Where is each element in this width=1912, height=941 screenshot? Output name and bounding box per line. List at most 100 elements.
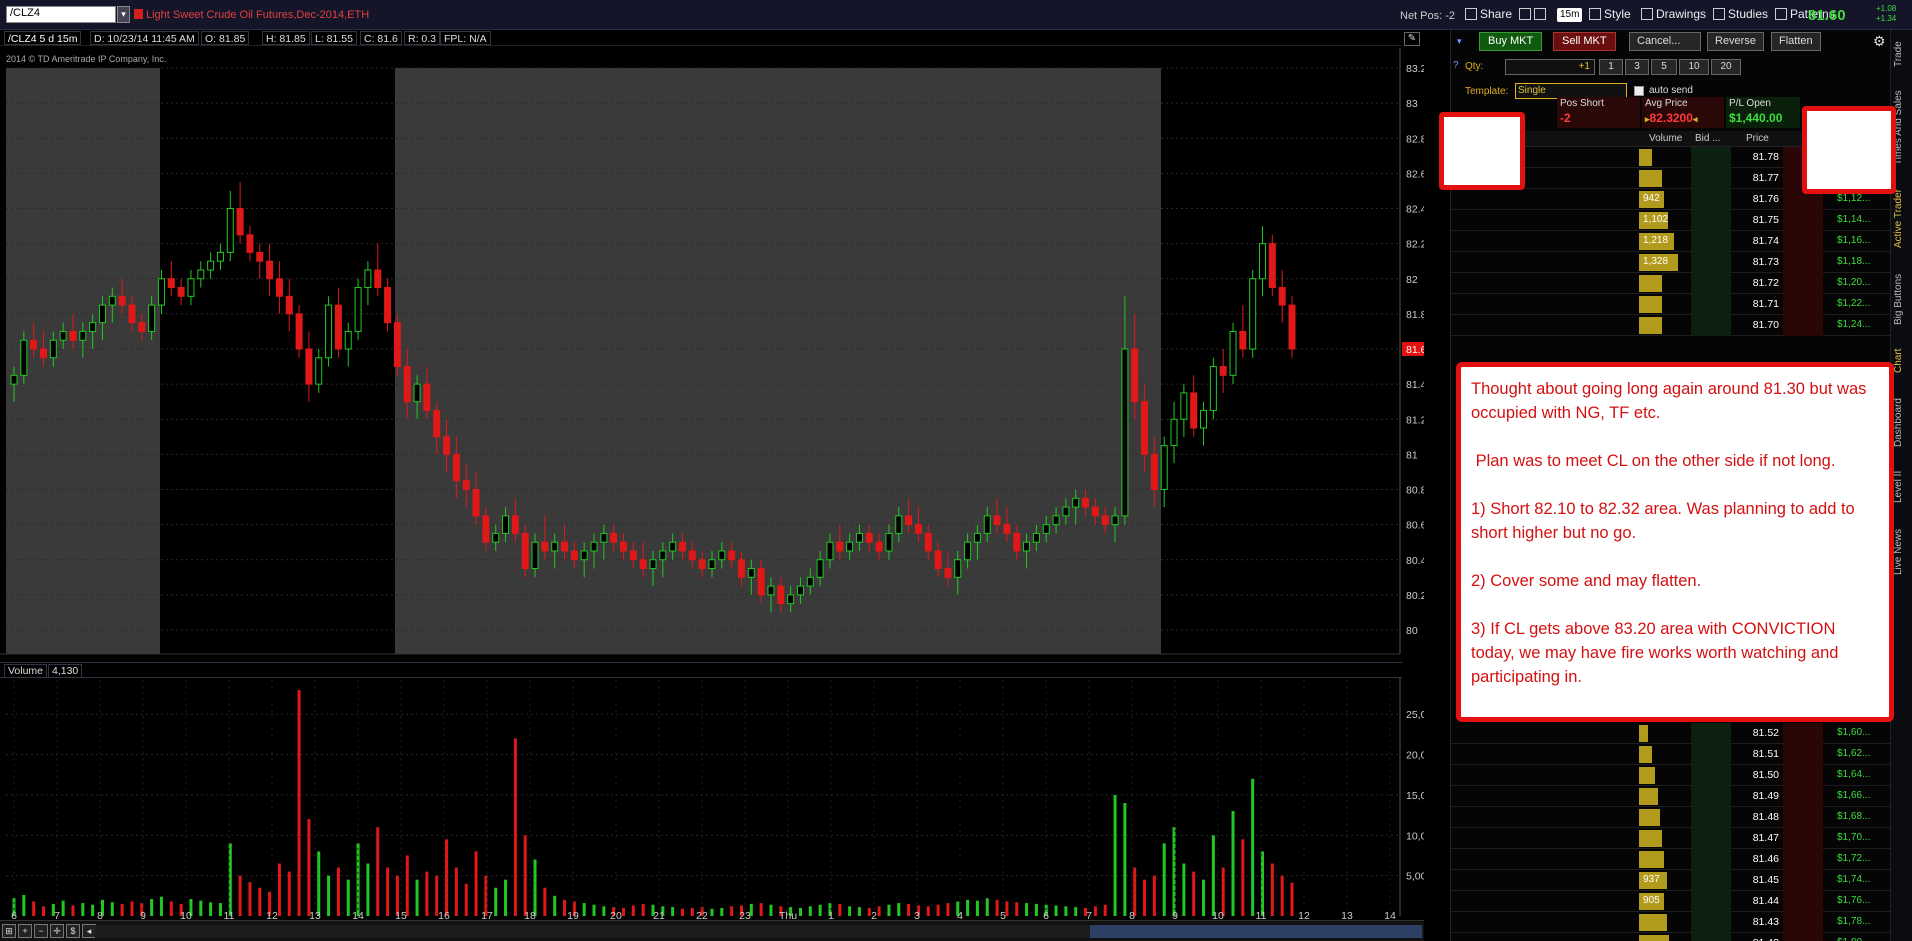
ladder-ask-cell[interactable] xyxy=(1783,744,1823,765)
ladder-bid-cell[interactable] xyxy=(1691,870,1731,891)
ladder-ask-cell[interactable] xyxy=(1783,252,1823,273)
ladder-volume-header[interactable]: Volume xyxy=(1649,133,1682,144)
ladder-row[interactable]: 905 81.44 $1,76... xyxy=(1451,891,1891,912)
buy-market-button[interactable]: Buy MKT xyxy=(1479,32,1543,51)
auto-send-checkbox[interactable] xyxy=(1634,86,1644,96)
ladder-row[interactable]: 81.71 $1,22... xyxy=(1451,294,1891,315)
dollar-icon[interactable]: $ xyxy=(66,924,80,938)
tab-active-trader[interactable]: Active Trader xyxy=(1893,180,1911,258)
qty-preset-3[interactable]: 3 xyxy=(1625,59,1649,75)
ladder-bid-cell[interactable] xyxy=(1691,786,1731,807)
quantity-input[interactable]: +1 xyxy=(1505,59,1595,75)
ladder-bid-cell[interactable] xyxy=(1691,147,1731,168)
chart-symbol[interactable]: /CLZ4 5 d 15m xyxy=(4,31,82,45)
ladder-bid-cell[interactable] xyxy=(1691,294,1731,315)
ladder-price: 81.43 xyxy=(1752,916,1779,928)
zoom-in-icon[interactable]: + xyxy=(18,924,32,938)
ladder-ask-cell[interactable] xyxy=(1783,807,1823,828)
ladder-row[interactable]: 81.48 $1,68... xyxy=(1451,807,1891,828)
zoom-out-icon[interactable]: − xyxy=(34,924,48,938)
help-icon[interactable]: ? xyxy=(1453,60,1459,71)
ladder-row[interactable]: 1,218 81.74 $1,16... xyxy=(1451,231,1891,252)
flatten-button[interactable]: Flatten xyxy=(1771,32,1821,51)
ladder-row[interactable]: 81.51 $1,62... xyxy=(1451,744,1891,765)
price-volume-chart[interactable]: 83.28382.882.682.482.28281.881.681.481.2… xyxy=(0,30,1424,920)
ladder-bid-cell[interactable] xyxy=(1691,231,1731,252)
ladder-bid-cell[interactable] xyxy=(1691,189,1731,210)
qty-preset-20[interactable]: 20 xyxy=(1711,59,1741,75)
ladder-ask-cell[interactable] xyxy=(1783,723,1823,744)
ladder-row[interactable]: 81.52 $1,60... xyxy=(1451,723,1891,744)
ladder-ask-cell[interactable] xyxy=(1783,912,1823,933)
gear-icon[interactable]: ⚙ xyxy=(1873,33,1886,50)
studies-button[interactable]: Studies xyxy=(1710,5,1771,23)
ladder-bid-cell[interactable] xyxy=(1691,744,1731,765)
ladder-ask-cell[interactable] xyxy=(1783,786,1823,807)
symbol-input[interactable]: /CLZ4 xyxy=(6,6,116,23)
ladder-ask-cell[interactable] xyxy=(1783,870,1823,891)
ladder-bid-cell[interactable] xyxy=(1691,807,1731,828)
ladder-price-header[interactable]: Price xyxy=(1746,133,1769,144)
ladder-bid-cell[interactable] xyxy=(1691,315,1731,336)
chart-panel[interactable]: 83.28382.882.682.482.28281.881.681.481.2… xyxy=(0,30,1424,941)
ladder-bid-cell[interactable] xyxy=(1691,168,1731,189)
style-button[interactable]: Style xyxy=(1586,5,1634,23)
cancel-orders-button[interactable]: Cancel... xyxy=(1629,32,1701,51)
ladder-bid-cell[interactable] xyxy=(1691,849,1731,870)
reverse-button[interactable]: Reverse xyxy=(1707,32,1764,51)
ladder-row[interactable]: 81.46 $1,72... xyxy=(1451,849,1891,870)
ladder-row[interactable]: 81.42 $1,80... xyxy=(1451,933,1891,941)
drawings-button[interactable]: Drawings xyxy=(1638,5,1709,23)
tab-live-news[interactable]: Live News xyxy=(1893,520,1911,584)
ladder-bid-header[interactable]: Bid ... xyxy=(1695,133,1721,144)
qty-preset-1[interactable]: 1 xyxy=(1599,59,1623,75)
ladder-bid-cell[interactable] xyxy=(1691,891,1731,912)
scrollbar-thumb[interactable] xyxy=(1090,925,1422,938)
volume-label[interactable]: Volume xyxy=(4,664,48,678)
ladder-ask-cell[interactable] xyxy=(1783,891,1823,912)
tab-chart[interactable]: Chart xyxy=(1893,340,1911,382)
tab-dashboard[interactable]: Dashboard xyxy=(1893,390,1911,456)
ladder-row[interactable]: 81.50 $1,64... xyxy=(1451,765,1891,786)
ladder-bid-cell[interactable] xyxy=(1691,273,1731,294)
ladder-bid-cell[interactable] xyxy=(1691,252,1731,273)
ladder-ask-cell[interactable] xyxy=(1783,231,1823,252)
ladder-ask-cell[interactable] xyxy=(1783,828,1823,849)
ladder-bid-cell[interactable] xyxy=(1691,933,1731,941)
qty-preset-10[interactable]: 10 xyxy=(1679,59,1709,75)
ladder-ask-cell[interactable] xyxy=(1783,849,1823,870)
crosshair-icon[interactable]: ✛ xyxy=(50,924,64,938)
ladder-row[interactable]: 1,328 81.73 $1,18... xyxy=(1451,252,1891,273)
ladder-bid-cell[interactable] xyxy=(1691,912,1731,933)
ladder-ask-cell[interactable] xyxy=(1783,933,1823,941)
tab-trade[interactable]: Trade xyxy=(1893,34,1911,74)
interval-button[interactable]: 15m xyxy=(1557,8,1583,22)
edit-icon[interactable]: ✎ xyxy=(1404,32,1420,46)
ladder-ask-cell[interactable] xyxy=(1783,765,1823,786)
scroll-left-icon[interactable]: ◂ xyxy=(82,924,96,938)
ladder-bid-cell[interactable] xyxy=(1691,765,1731,786)
ladder-row[interactable]: 81.72 $1,20... xyxy=(1451,273,1891,294)
ladder-ask-cell[interactable] xyxy=(1783,273,1823,294)
ladder-row[interactable]: 81.43 $1,78... xyxy=(1451,912,1891,933)
ladder-row[interactable]: 1,102 81.75 $1,14... xyxy=(1451,210,1891,231)
ladder-bid-cell[interactable] xyxy=(1691,210,1731,231)
collapse-icon[interactable]: ▾ xyxy=(1457,36,1462,47)
ladder-row[interactable]: 81.70 $1,24... xyxy=(1451,315,1891,336)
tools-button[interactable] xyxy=(1516,5,1552,23)
ladder-bid-cell[interactable] xyxy=(1691,723,1731,744)
tab-level-ii[interactable]: Level II xyxy=(1893,462,1911,512)
zoom-icon[interactable]: ⊞ xyxy=(2,924,16,938)
ladder-row[interactable]: 937 81.45 $1,74... xyxy=(1451,870,1891,891)
ladder-row[interactable]: 81.49 $1,66... xyxy=(1451,786,1891,807)
ladder-ask-cell[interactable] xyxy=(1783,210,1823,231)
sell-market-button[interactable]: Sell MKT xyxy=(1553,32,1616,51)
ladder-ask-cell[interactable] xyxy=(1783,315,1823,336)
share-button[interactable]: Share xyxy=(1462,5,1515,23)
symbol-dropdown-icon[interactable]: ▾ xyxy=(117,6,130,23)
ladder-ask-cell[interactable] xyxy=(1783,294,1823,315)
tab-big-buttons[interactable]: Big Buttons xyxy=(1893,264,1911,334)
ladder-row[interactable]: 81.47 $1,70... xyxy=(1451,828,1891,849)
qty-preset-5[interactable]: 5 xyxy=(1651,59,1677,75)
ladder-bid-cell[interactable] xyxy=(1691,828,1731,849)
